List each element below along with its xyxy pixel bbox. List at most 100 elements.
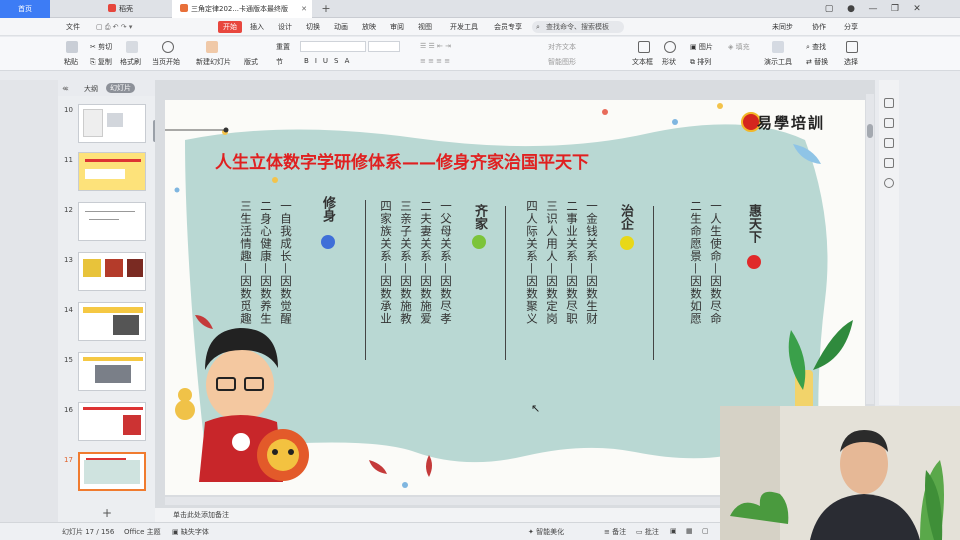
menu-item-member[interactable]: 会员专享 <box>494 21 522 33</box>
notes-area[interactable]: 单击此处添加备注 <box>155 508 721 522</box>
command-search[interactable]: ⌕ 查找命令、搜索模板 <box>532 21 624 33</box>
group-head-huitianxia[interactable]: 惠天下 <box>745 204 761 243</box>
group-head-xiushen[interactable]: 修身 <box>319 196 335 222</box>
textbox-label[interactable]: 文本框 <box>632 57 653 67</box>
group-head-qijia[interactable]: 齐家 <box>471 204 487 230</box>
straw-tab[interactable]: 稻壳 <box>100 0 170 18</box>
format-painter-icon[interactable] <box>126 41 138 53</box>
strike-button[interactable]: S <box>334 57 345 65</box>
group-head-zhiqi[interactable]: 治企 <box>617 204 633 230</box>
notes-toggle[interactable]: ≡ 备注 <box>604 527 626 537</box>
list-item[interactable]: 二身心健康—因数养生 <box>259 200 273 325</box>
file-menu[interactable]: 文件 <box>66 21 80 33</box>
list-item[interactable]: 一父母关系—因数尽孝 <box>439 200 453 325</box>
view-reading-button[interactable]: ▢ <box>702 527 709 535</box>
restore-button[interactable]: ❐ <box>884 0 906 18</box>
smart-graphic-button[interactable]: 智能图形 <box>548 57 576 67</box>
reset-button[interactable]: 重置 <box>276 42 290 52</box>
font-color-button[interactable]: A <box>345 57 356 65</box>
paste-label[interactable]: 粘贴 <box>64 57 78 67</box>
slide-thumbnail[interactable] <box>78 202 146 241</box>
new-slide-label[interactable]: 新建幻灯片 <box>196 57 231 67</box>
list-item[interactable]: 三亲子关系—因数施教 <box>399 200 413 325</box>
copy-button[interactable]: ⎘ 复制 <box>90 57 112 67</box>
slide-thumbnail[interactable] <box>78 302 146 341</box>
paste-icon[interactable] <box>66 41 78 53</box>
slide-title[interactable]: 人生立体数字学研修体系——修身齐家治国平天下 <box>215 148 589 173</box>
slide-thumbnail-current[interactable] <box>78 452 146 491</box>
font-name-field[interactable] <box>300 41 366 52</box>
presenter-tools-label[interactable]: 演示工具 <box>764 57 792 67</box>
menu-item-review[interactable]: 审阅 <box>390 21 404 33</box>
menu-item-design[interactable]: 设计 <box>278 21 292 33</box>
list-item[interactable]: 三生活情趣—因数觅趣 <box>239 200 253 325</box>
textbox-icon[interactable] <box>638 41 650 53</box>
share-button[interactable]: 分享 <box>844 21 858 33</box>
view-sorter-button[interactable]: ▦ <box>686 527 693 535</box>
missing-font-button[interactable]: ▣ 缺失字体 <box>172 527 209 537</box>
smart-beautify-button[interactable]: ✦ 智能美化 <box>528 527 564 537</box>
section-button[interactable]: 节 <box>276 57 283 67</box>
slide-thumbnail[interactable] <box>78 402 146 441</box>
list-buttons[interactable]: ☰ ☰ ⇤ ⇥ <box>420 42 451 50</box>
animation-pane-icon[interactable] <box>884 118 894 128</box>
select-icon[interactable] <box>846 41 858 53</box>
slide-thumbnail[interactable] <box>78 352 146 391</box>
picture-button[interactable]: ▣ 图片 <box>690 42 713 52</box>
slide-thumbnail[interactable] <box>78 152 146 191</box>
new-tab-button[interactable]: + <box>316 0 336 18</box>
layout-icon[interactable]: ▢ <box>818 0 840 18</box>
play-icon[interactable] <box>162 41 174 53</box>
font-size-field[interactable] <box>368 41 400 52</box>
horizontal-scrollbar[interactable] <box>165 497 721 505</box>
home-tab[interactable]: 首页 <box>0 0 50 18</box>
backup-icon[interactable] <box>884 158 894 168</box>
slide-thumbnail[interactable] <box>78 104 146 143</box>
arrange-button[interactable]: ⧉ 排列 <box>690 57 711 67</box>
cut-button[interactable]: ✂ 剪切 <box>90 42 112 52</box>
sync-status[interactable]: 未同步 <box>772 21 793 33</box>
menu-item-insert[interactable]: 插入 <box>250 21 264 33</box>
new-slide-icon[interactable] <box>206 41 218 53</box>
list-item[interactable]: 四家族关系—因数承业 <box>379 200 393 325</box>
replace-button[interactable]: ⇄ 替换 <box>806 57 828 67</box>
list-item[interactable]: 一自我成长—因数觉醒 <box>279 200 293 325</box>
menu-item-animation[interactable]: 动画 <box>334 21 348 33</box>
list-item[interactable]: 二生命愿景—因数如愿 <box>689 200 703 325</box>
play-from-current-label[interactable]: 当页开始 <box>152 57 180 67</box>
find-button[interactable]: ⌕ 查找 <box>806 42 826 52</box>
layout-button[interactable]: 版式 <box>244 57 258 67</box>
document-tab[interactable]: 三角定律202...卡通版本最终版 ✕ <box>172 0 312 18</box>
avatar-icon[interactable]: ● <box>840 0 862 18</box>
slides-tab[interactable]: 幻灯片 <box>106 83 135 93</box>
select-label[interactable]: 选择 <box>844 57 858 67</box>
list-item[interactable]: 四人际关系—因数聚义 <box>525 200 539 325</box>
menu-item-transition[interactable]: 切换 <box>306 21 320 33</box>
shapes-label[interactable]: 形状 <box>662 57 676 67</box>
align-buttons[interactable]: ≡ ≡ ≡ ≡ <box>420 57 450 65</box>
minimize-button[interactable]: — <box>862 0 884 18</box>
font-style-buttons[interactable]: BIUSA <box>304 57 355 65</box>
list-item[interactable]: 一金钱关系—因数生财 <box>585 200 599 325</box>
menu-item-slideshow[interactable]: 放映 <box>362 21 376 33</box>
list-item[interactable]: 一人生使命—因数尽命 <box>709 200 723 325</box>
list-item[interactable]: 二夫妻关系—因数施爱 <box>419 200 433 325</box>
comments-toggle[interactable]: ▭ 批注 <box>636 527 659 537</box>
underline-button[interactable]: U <box>323 57 334 65</box>
shapes-icon[interactable] <box>664 41 676 53</box>
menu-item-view[interactable]: 视图 <box>418 21 432 33</box>
outline-tab[interactable]: 大纲 <box>84 84 98 94</box>
view-normal-button[interactable]: ▣ <box>670 527 677 535</box>
align-text-button[interactable]: 对齐文本 <box>548 42 576 52</box>
collaborate-button[interactable]: 协作 <box>812 21 826 33</box>
close-window-button[interactable]: ✕ <box>906 0 928 18</box>
format-painter-label[interactable]: 格式刷 <box>120 57 141 67</box>
quick-access-icons[interactable]: ▢ ⎙ ↶ ↷ ▾ <box>96 21 132 33</box>
menu-item-developer[interactable]: 开发工具 <box>450 21 478 33</box>
vertical-scrollbar[interactable] <box>866 94 874 404</box>
menu-item-home[interactable]: 开始 <box>218 21 242 33</box>
fill-button[interactable]: ◈ 填充 <box>728 42 750 52</box>
presenter-tools-icon[interactable] <box>772 41 784 53</box>
list-item[interactable]: 三识人用人—因数定岗 <box>545 200 559 325</box>
properties-icon[interactable] <box>884 98 894 108</box>
